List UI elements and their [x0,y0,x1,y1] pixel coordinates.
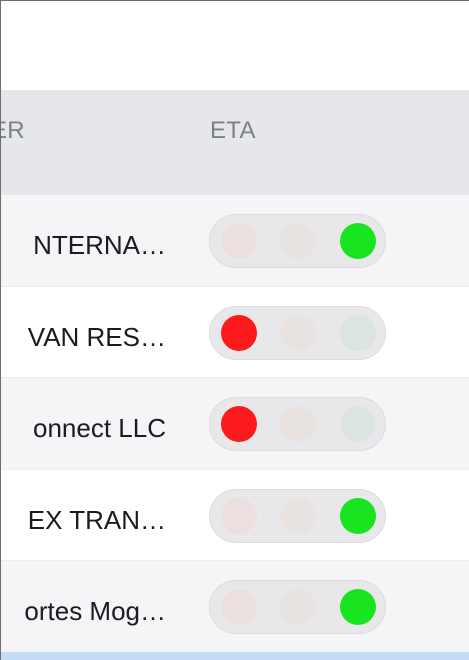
eta-traffic-light-icon [209,305,386,360]
red-light-icon [221,589,257,625]
red-light-icon [221,406,257,442]
green-light-icon [340,314,376,351]
table-row[interactable]: onnect LLC [1,378,469,470]
column-header-carrier[interactable]: ER [1,117,25,145]
green-light-icon [340,223,376,259]
table-body: NTERNA… VAN RES… onnect LLC EX TRAN… ort… [1,195,469,653]
column-header-eta[interactable]: ETA [210,117,256,145]
eta-traffic-light-icon [209,214,386,268]
carrier-cell: onnect LLC [33,413,166,443]
yellow-light-icon [280,314,316,351]
green-light-icon [340,589,376,625]
carrier-cell: EX TRAN… [27,504,166,535]
green-light-icon [340,406,376,442]
selected-row-strip[interactable] [1,652,469,660]
eta-traffic-light-icon [209,488,386,543]
carrier-cell: NTERNA… [33,230,166,260]
table-panel: ER ETA NTERNA… VAN RES… onnect LLC [0,0,469,660]
table-header: ER ETA [1,90,469,195]
carrier-cell: ortes Mog… [24,596,166,626]
table-row[interactable]: NTERNA… [1,195,469,287]
yellow-light-icon [280,406,316,442]
red-light-icon [221,497,257,534]
red-light-icon [221,223,257,259]
eta-traffic-light-icon [209,580,386,634]
eta-traffic-light-icon [209,397,386,451]
carrier-cell: VAN RES… [27,321,166,352]
table-row[interactable]: VAN RES… [1,286,469,378]
yellow-light-icon [280,497,316,534]
yellow-light-icon [280,589,316,625]
green-light-icon [340,497,376,534]
yellow-light-icon [280,223,316,259]
table-row[interactable]: EX TRAN… [1,469,469,561]
table-row[interactable]: ortes Mog… [1,561,469,653]
red-light-icon [221,314,257,351]
